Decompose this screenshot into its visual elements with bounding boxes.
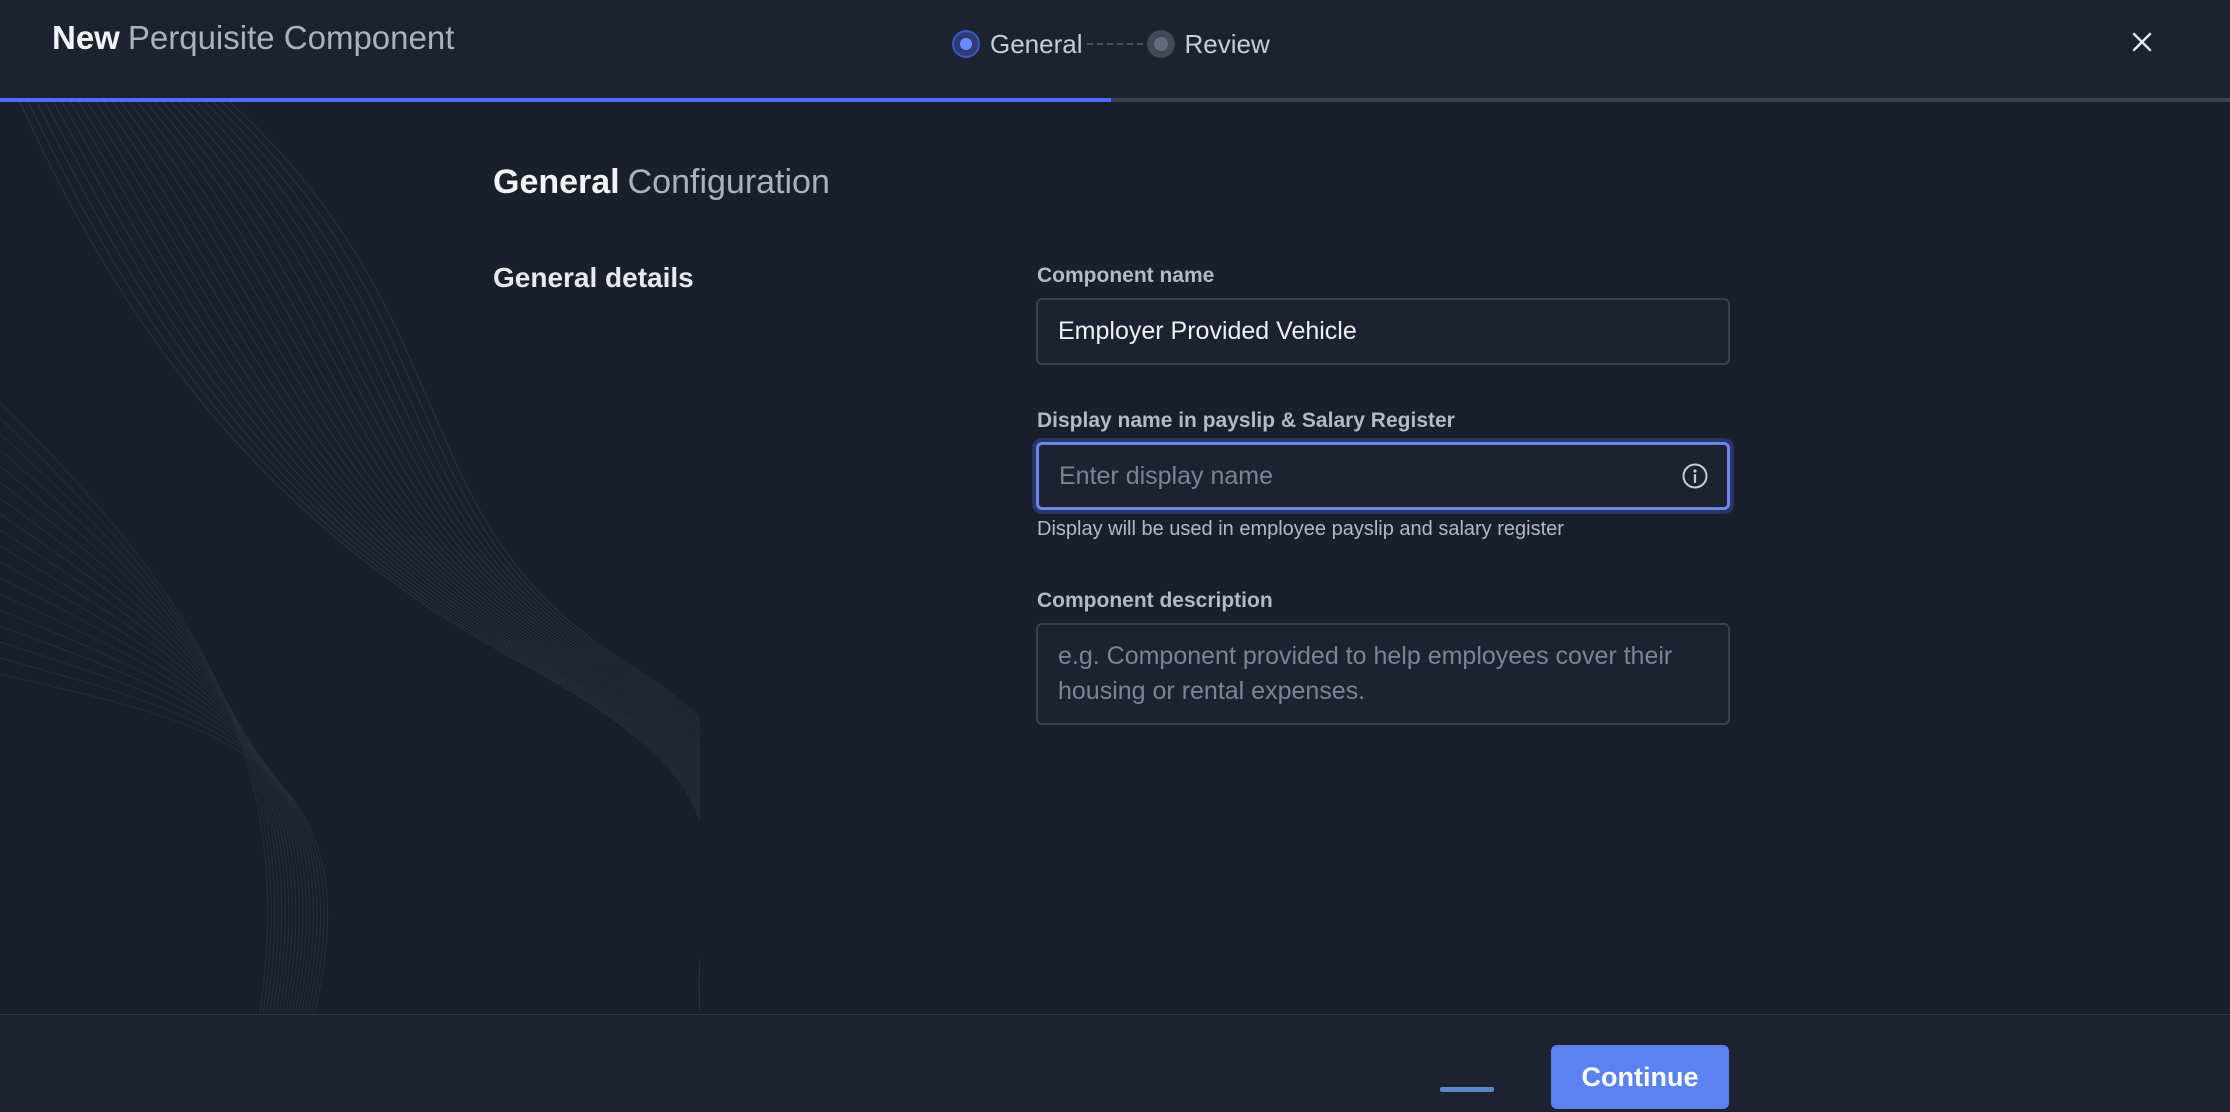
stepper: General Review bbox=[952, 26, 1270, 62]
background-wave-line bbox=[128, 102, 700, 1012]
close-icon bbox=[2132, 32, 2152, 52]
step-inactive-indicator-icon bbox=[1146, 30, 1175, 58]
background-wave-line bbox=[27, 102, 700, 1012]
section-title: General Configuration bbox=[493, 160, 830, 204]
background-wave-line bbox=[154, 102, 700, 1012]
background-wave-line bbox=[19, 102, 700, 1012]
background-wave-line bbox=[179, 102, 700, 1012]
background-wave-line bbox=[69, 102, 700, 1012]
background-wave-line bbox=[0, 673, 328, 1012]
info-icon[interactable] bbox=[1681, 462, 1709, 490]
section-title-bold: General bbox=[493, 163, 620, 201]
footer-indicator bbox=[1440, 1087, 1494, 1092]
component-name-input[interactable]: Employer Provided Vehicle bbox=[1036, 298, 1730, 365]
background-wave-line bbox=[221, 102, 700, 1012]
group-title: General details bbox=[493, 262, 694, 293]
component-description-placeholder: e.g. Component provided to help employee… bbox=[1058, 642, 1673, 705]
step-general[interactable]: General bbox=[952, 29, 1083, 60]
component-description-label: Component description bbox=[1037, 589, 1273, 612]
background-wave-line bbox=[145, 102, 700, 1012]
page-title: New Perquisite Component bbox=[52, 18, 454, 58]
background-wave-line bbox=[170, 102, 700, 1012]
background-wave-line bbox=[196, 102, 700, 1012]
background-wave-line bbox=[0, 433, 276, 1012]
app-root: NewPerquisite Component General Review bbox=[0, 0, 2230, 1112]
background-wave-line bbox=[36, 102, 700, 1012]
step-separator bbox=[1086, 43, 1143, 45]
component-name-label: Component name bbox=[1037, 264, 1215, 287]
display-name-helper: Display will be used in employee payslip… bbox=[1037, 518, 1564, 540]
background-wave-line bbox=[204, 102, 700, 1012]
background-wave-line bbox=[86, 102, 700, 1012]
step-review-label: Review bbox=[1184, 28, 1270, 59]
background-wave-line bbox=[120, 102, 700, 1012]
background-wave-line bbox=[61, 102, 700, 1012]
display-name-placeholder: Enter display name bbox=[1059, 461, 1274, 490]
component-name-value: Employer Provided Vehicle bbox=[1058, 317, 1357, 345]
background-wave-line bbox=[44, 102, 700, 1012]
background-wave-lines bbox=[0, 102, 700, 1012]
footer: Continue bbox=[0, 1014, 2230, 1112]
page-title-bold: New bbox=[52, 19, 120, 56]
section-title-light: Configuration bbox=[627, 163, 830, 201]
header: New Perquisite Component General Review bbox=[0, 0, 2230, 102]
component-description-textarea[interactable]: e.g. Component provided to help employee… bbox=[1036, 623, 1730, 725]
background-wave-line bbox=[111, 102, 700, 1012]
continue-button[interactable]: Continue bbox=[1551, 1045, 1729, 1109]
step-active-indicator-icon bbox=[952, 30, 980, 58]
background-wave-line bbox=[0, 641, 321, 1012]
background-wave-line bbox=[212, 102, 700, 1012]
page-title-light: Perquisite Component bbox=[127, 19, 455, 56]
close-button[interactable] bbox=[2124, 24, 2160, 60]
background-wave-line bbox=[95, 102, 700, 1012]
display-name-input[interactable]: Enter display name bbox=[1036, 442, 1730, 510]
background-wave-line bbox=[137, 102, 700, 1012]
display-name-label: Display name in payslip & Salary Registe… bbox=[1037, 409, 1455, 432]
step-review[interactable]: Review bbox=[1146, 28, 1270, 60]
step-general-label: General bbox=[990, 28, 1083, 59]
